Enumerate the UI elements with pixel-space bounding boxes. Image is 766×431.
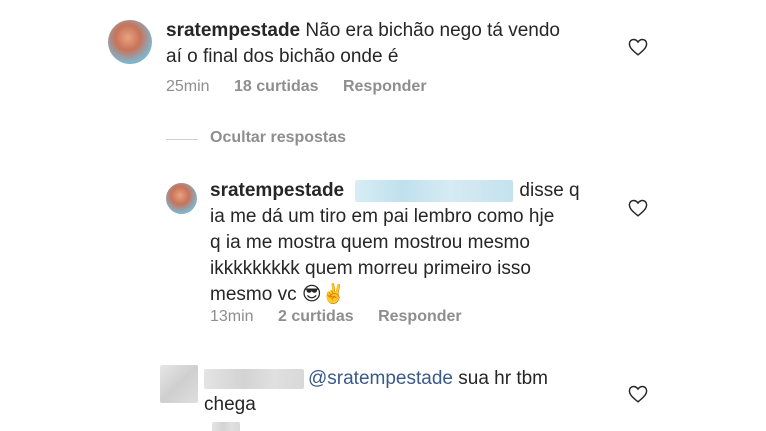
comment-text-line2: aí o final dos bichão onde é <box>166 46 399 67</box>
reply-text-line2: ia me dá um tiro em pai lembro como hje <box>210 206 555 227</box>
redacted-avatar[interactable] <box>160 365 198 403</box>
redacted-mention <box>355 179 514 202</box>
reply-text-line5: mesmo vc 😎✌️ <box>210 284 346 305</box>
comment-reply-button[interactable]: Responder <box>343 78 427 95</box>
comment-meta: 25min 18 curtidas Responder <box>166 78 447 96</box>
comment-text-line1: Não era bichão nego tá vendo <box>305 20 560 41</box>
reply-text-line4: ikkkkkkkkk quem morreu primeiro isso <box>210 258 531 279</box>
cut-off-meta <box>212 421 240 431</box>
replies-divider-line <box>166 139 198 140</box>
reply-likes[interactable]: 2 curtidas <box>278 308 354 325</box>
reply-meta: 13min 2 curtidas Responder <box>210 308 482 326</box>
heart-outline-icon[interactable] <box>628 38 648 56</box>
reply-username[interactable]: sratempestade <box>210 180 344 201</box>
reply-text-line1: disse q <box>519 180 580 201</box>
hide-replies-button[interactable]: Ocultar respostas <box>210 129 346 147</box>
heart-outline-icon[interactable] <box>628 385 648 403</box>
redacted-username <box>204 368 304 389</box>
reply2-text-line2: chega <box>204 394 256 415</box>
reply-text-line3: q ia me mostra quem mostrou mesmo <box>210 232 530 253</box>
reply-time: 13min <box>210 308 254 325</box>
reply2-comment: @sratempestade sua hr tbm chega <box>204 366 624 418</box>
comment-time: 25min <box>166 78 210 95</box>
reply2-meta-cut <box>212 420 240 431</box>
heart-outline-icon[interactable] <box>628 199 648 217</box>
reply2-text-line1: sua hr tbm <box>458 368 549 389</box>
reply-avatar[interactable] <box>166 183 197 214</box>
mention-link[interactable]: @sratempestade <box>308 368 453 389</box>
reply-reply-button[interactable]: Responder <box>378 308 462 325</box>
comments-screen: sratempestade Não era bichão nego tá ven… <box>0 0 766 431</box>
reply-comment: sratempestade disse q ia me dá um tiro e… <box>210 178 610 308</box>
comment-likes[interactable]: 18 curtidas <box>234 78 318 95</box>
comment-username[interactable]: sratempestade <box>166 20 300 41</box>
commenter-avatar[interactable] <box>108 20 152 64</box>
main-comment: sratempestade Não era bichão nego tá ven… <box>166 18 606 70</box>
